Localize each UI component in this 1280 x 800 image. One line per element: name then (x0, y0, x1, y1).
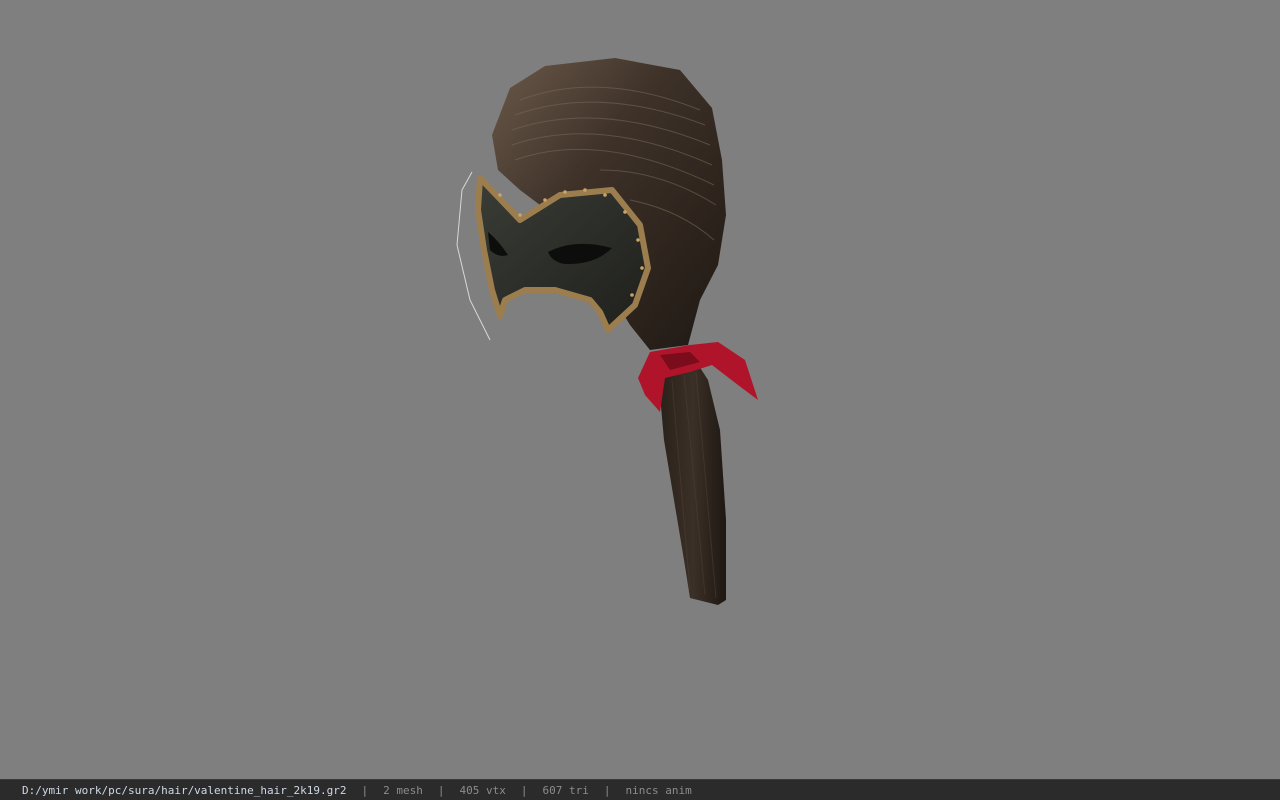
vertex-count: 405 vtx (459, 783, 506, 797)
separator: | (437, 783, 445, 797)
separator: | (361, 783, 369, 797)
status-bar: D:/ymir work/pc/sura/hair/valentine_hair… (0, 779, 1280, 800)
file-path: D:/ymir work/pc/sura/hair/valentine_hair… (22, 783, 347, 797)
hair-model-icon (456, 58, 758, 605)
ponytail (660, 352, 726, 605)
mesh-count: 2 mesh (383, 783, 423, 797)
triangle-count: 607 tri (542, 783, 589, 797)
separator: | (603, 783, 611, 797)
anim-status: nincs anim (625, 783, 692, 797)
separator: | (520, 783, 528, 797)
3d-viewport[interactable] (0, 0, 1280, 779)
